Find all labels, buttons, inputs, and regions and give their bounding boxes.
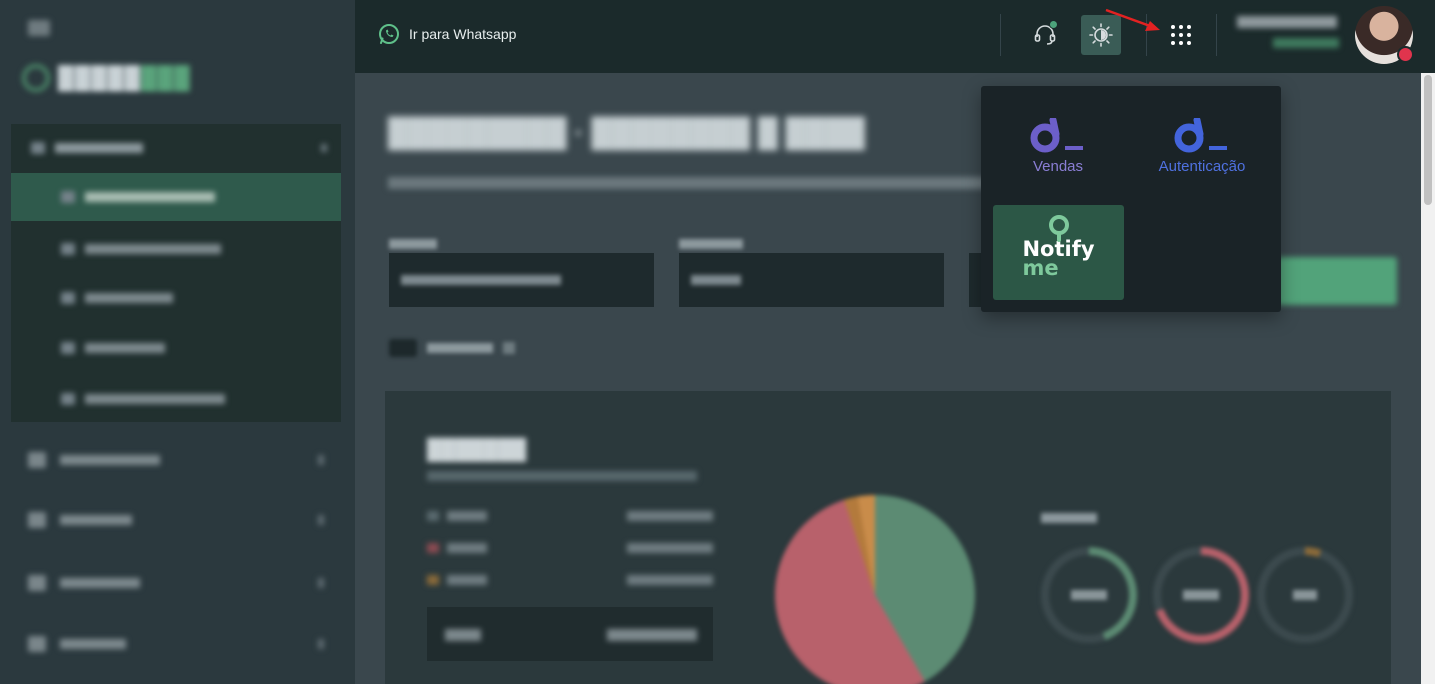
sidebar-item-active[interactable] <box>11 173 341 221</box>
scrollbar[interactable] <box>1421 73 1435 684</box>
grid-icon <box>1171 25 1191 45</box>
whatsapp-icon <box>379 24 399 44</box>
legend-row <box>427 507 713 525</box>
whatsapp-link-label: Ir para Whatsapp <box>409 26 517 42</box>
top-header: Ir para Whatsapp <box>355 0 1435 73</box>
autenticacao-logo-icon <box>1174 117 1227 152</box>
app-autenticacao-label: Autenticação <box>1158 157 1246 175</box>
app-vendas-label: Vendas <box>1032 157 1084 175</box>
user-name[interactable] <box>1237 16 1337 28</box>
divider <box>1216 14 1217 56</box>
user-role <box>1273 38 1339 48</box>
page-title: █████████ · ████████ █ ████ <box>388 117 865 148</box>
legend-row <box>427 539 713 557</box>
ring-chart <box>1153 547 1249 643</box>
sidebar: ████████ <box>0 0 355 684</box>
notifyme-logo: Notify me <box>1022 214 1095 280</box>
total-row <box>427 607 713 661</box>
divider <box>1000 14 1001 56</box>
app-vendas[interactable]: Vendas <box>981 106 1135 186</box>
apply-filter-button[interactable] <box>1277 257 1397 305</box>
whatsapp-link[interactable]: Ir para Whatsapp <box>377 22 516 46</box>
filter-label <box>679 239 743 249</box>
red-arrow-icon <box>1105 8 1160 31</box>
support-button[interactable] <box>1025 15 1065 55</box>
menu-toggle-icon[interactable] <box>28 20 50 36</box>
sidebar-item-dashboards[interactable] <box>11 124 341 172</box>
sidebar-subitem[interactable] <box>11 274 341 322</box>
app-autenticacao[interactable]: Autenticação <box>1127 106 1277 186</box>
filter-toggle[interactable] <box>389 339 515 357</box>
legend-row <box>427 571 713 589</box>
status-select[interactable] <box>679 253 944 307</box>
notification-dot <box>1049 20 1058 29</box>
filter-label <box>389 239 437 249</box>
sidebar-item[interactable] <box>28 512 324 528</box>
summary-card: ███████ <box>385 391 1391 684</box>
ring-chart <box>1257 547 1353 643</box>
sidebar-subitem[interactable] <box>11 225 341 273</box>
sidebar-subitem[interactable] <box>11 324 341 372</box>
notifyme-logo-text-accent: me <box>1022 255 1059 280</box>
ring-chart <box>1041 547 1137 643</box>
card-subtitle <box>427 471 697 481</box>
period-select[interactable] <box>389 253 654 307</box>
page-subtitle <box>388 177 988 189</box>
scrollbar-thumb[interactable] <box>1424 75 1432 205</box>
sidebar-subitem[interactable] <box>11 375 341 423</box>
apps-grid-button[interactable] <box>1161 15 1201 55</box>
sidebar-item[interactable] <box>28 452 324 468</box>
brand-logo: ████████ <box>22 64 191 92</box>
rings-label <box>1041 513 1097 523</box>
app-notifyme[interactable]: Notify me <box>993 205 1124 300</box>
sidebar-item[interactable] <box>28 575 324 591</box>
location-pin-icon <box>1049 214 1070 242</box>
status-indicator <box>1397 46 1414 63</box>
sidebar-item[interactable] <box>28 636 324 652</box>
pie-chart <box>775 495 975 684</box>
card-title: ███████ <box>427 439 527 461</box>
vendas-logo-icon <box>1030 117 1083 152</box>
app-switcher-popup: Vendas Autenticação Notify me <box>981 86 1281 312</box>
